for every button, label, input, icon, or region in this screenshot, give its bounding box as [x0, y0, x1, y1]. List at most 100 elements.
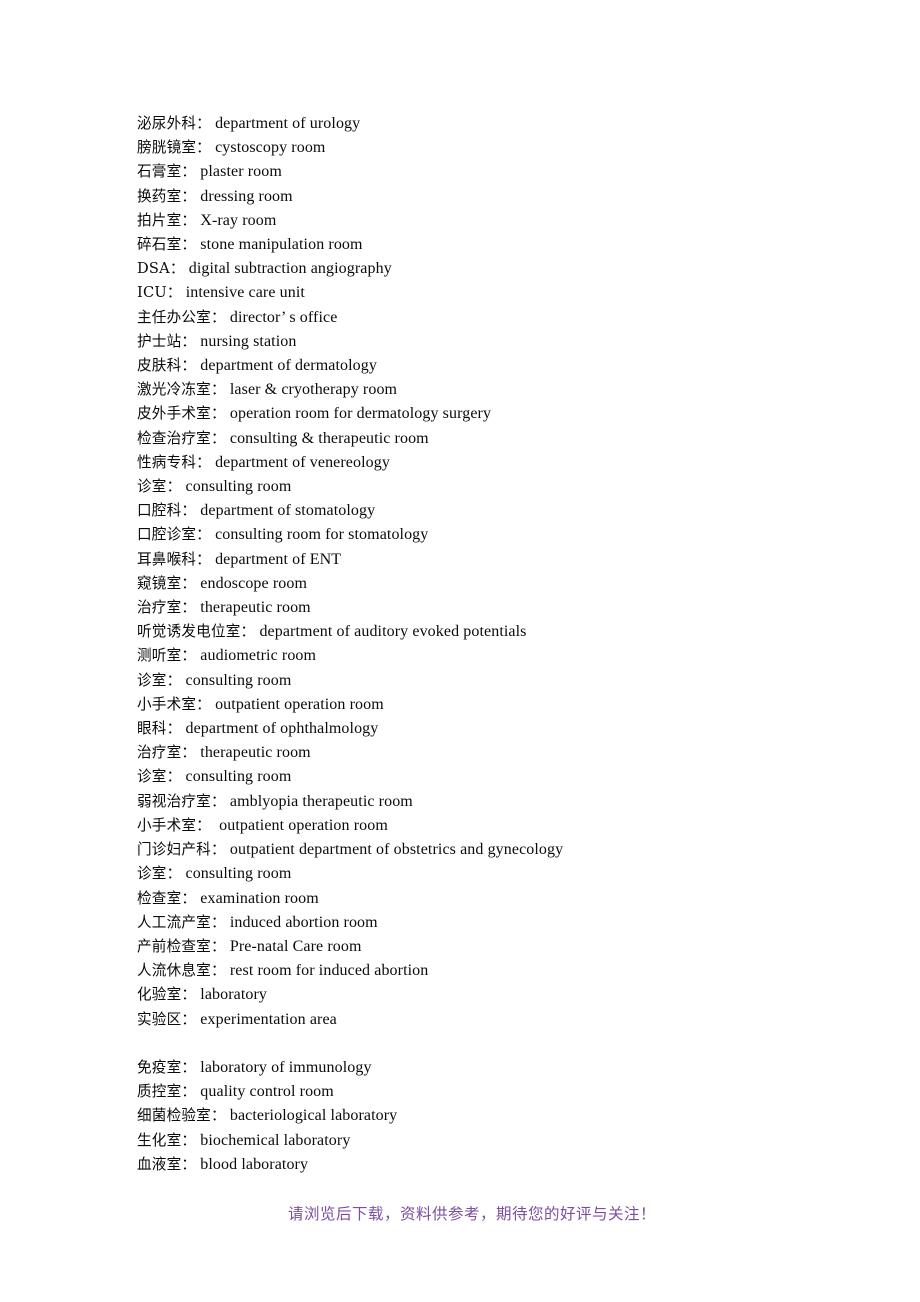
glossary-term-english: rest room for induced abortion	[225, 962, 429, 980]
glossary-term-english: audiometric room	[196, 647, 317, 665]
glossary-term-english: therapeutic room	[196, 599, 311, 617]
glossary-term-english: dressing room	[196, 187, 293, 205]
glossary-line: 口腔诊室： consulting room for stomatology	[137, 523, 837, 547]
glossary-line: 性病专科： department of venereology	[137, 451, 837, 475]
glossary-line: 听觉诱发电位室： department of auditory evoked p…	[137, 620, 837, 644]
glossary-line: 实验区： experimentation area	[137, 1008, 837, 1032]
glossary-term-english: department of auditory evoked potentials	[255, 623, 527, 641]
glossary-term-chinese: 测听室：	[137, 647, 197, 665]
glossary-term-chinese: 护士站：	[137, 332, 197, 350]
glossary-term-chinese: 窥镜室：	[137, 574, 197, 592]
glossary-term-chinese: 人工流产室：	[137, 913, 226, 931]
glossary-term-english: endoscope room	[196, 574, 307, 592]
glossary-term-english: consulting room	[181, 478, 292, 496]
glossary-term-chinese: 免疫室：	[137, 1058, 197, 1076]
footer-notice: 请浏览后下载，资料供参考，期待您的好评与关注！	[0, 1203, 920, 1225]
glossary-term-chinese: 口腔科：	[137, 502, 197, 520]
glossary-line: 石膏室： plaster room	[137, 160, 837, 184]
glossary-term-english: blood laboratory	[196, 1155, 309, 1173]
glossary-term-chinese: 治疗室：	[137, 599, 197, 617]
glossary-term-english: department of dermatology	[196, 357, 377, 375]
glossary-term-chinese: 质控室：	[137, 1083, 197, 1101]
glossary-term-english: amblyopia therapeutic room	[225, 792, 413, 810]
glossary-term-english: consulting room	[181, 865, 292, 883]
glossary-line: 检查治疗室： consulting & therapeutic room	[137, 427, 837, 451]
glossary-line: 眼科： department of ophthalmology	[137, 717, 837, 741]
glossary-term-english: department of ophthalmology	[181, 720, 379, 738]
glossary-term-english: outpatient operation room	[210, 816, 388, 834]
glossary-term-chinese: 血液室：	[137, 1155, 197, 1173]
glossary-term-english: bacteriological laboratory	[225, 1107, 398, 1125]
glossary-term-english: director’ s office	[225, 308, 338, 326]
footer-notice-text: 请浏览后下载，资料供参考，期待您的好评与关注！	[287, 1205, 656, 1223]
glossary-term-chinese: 治疗室：	[137, 744, 197, 762]
glossary-term-english: operation room for dermatology surgery	[225, 405, 492, 423]
glossary-term-chinese: 眼科：	[137, 720, 182, 738]
glossary-term-english: consulting room	[181, 768, 292, 786]
glossary-line: 治疗室： therapeutic room	[137, 596, 837, 620]
glossary-line: 激光冷冻室： laser & cryotherapy room	[137, 378, 837, 402]
glossary-line: 诊室： consulting room	[137, 765, 837, 789]
glossary-line: 生化室： biochemical laboratory	[137, 1129, 837, 1153]
glossary-blank-line	[137, 1032, 837, 1056]
glossary-line: 诊室： consulting room	[137, 475, 837, 499]
glossary-term-english: quality control room	[196, 1083, 334, 1101]
glossary-term-chinese: 换药室：	[137, 187, 197, 205]
glossary-line: 诊室： consulting room	[137, 862, 837, 886]
glossary-term-chinese: 碎石室：	[137, 236, 197, 254]
glossary-line: 拍片室： X-ray room	[137, 209, 837, 233]
glossary-line: 耳鼻喉科： department of ENT	[137, 548, 837, 572]
glossary-term-english: digital subtraction angiography	[184, 260, 392, 278]
glossary-term-english: Pre-natal Care room	[225, 937, 362, 955]
glossary-term-english: X-ray room	[196, 211, 277, 229]
glossary-term-chinese: 细菌检验室：	[137, 1107, 226, 1125]
glossary-line: ICU： intensive care unit	[137, 281, 837, 305]
glossary-term-english: laboratory of immunology	[196, 1058, 372, 1076]
glossary-term-chinese: 石膏室：	[137, 163, 197, 181]
glossary-term-chinese: 诊室：	[137, 478, 182, 496]
glossary-term-chinese: 泌尿外科：	[137, 115, 211, 132]
glossary-term-english: department of stomatology	[196, 502, 376, 520]
glossary-term-english: consulting & therapeutic room	[225, 429, 429, 447]
glossary-term-english: cystoscopy room	[210, 139, 326, 157]
glossary-line: 测听室： audiometric room	[137, 644, 837, 668]
glossary-line: 产前检查室： Pre-natal Care room	[137, 935, 837, 959]
glossary-term-english: biochemical laboratory	[196, 1131, 351, 1149]
glossary-term-chinese: ICU：	[137, 284, 182, 302]
glossary-term-chinese: 弱视治疗室：	[137, 792, 226, 810]
glossary-term-chinese: 皮肤科：	[137, 357, 197, 375]
glossary-line: 窥镜室： endoscope room	[137, 572, 837, 596]
glossary-line: DSA： digital subtraction angiography	[137, 257, 837, 281]
glossary-term-english: experimentation area	[196, 1010, 337, 1028]
glossary-line: 泌尿外科： department of urology	[137, 112, 837, 136]
glossary-term-chinese: 人流休息室：	[137, 962, 226, 980]
glossary-list: 泌尿外科： department of urology 膀胱镜室： cystosc…	[137, 112, 837, 1177]
glossary-term-english: plaster room	[196, 163, 282, 181]
glossary-term-chinese: 检查室：	[137, 889, 197, 907]
glossary-term-english: therapeutic room	[196, 744, 311, 762]
glossary-term-chinese: 诊室：	[137, 865, 182, 883]
glossary-term-english: department of ENT	[210, 550, 342, 568]
glossary-line: 小手术室： outpatient operation room	[137, 693, 837, 717]
glossary-term-english: nursing station	[196, 332, 297, 350]
glossary-term-english: department of venereology	[210, 453, 390, 471]
glossary-term-chinese: 激光冷冻室：	[137, 381, 226, 399]
glossary-term-chinese: DSA：	[137, 260, 185, 278]
glossary-term-chinese: 耳鼻喉科：	[137, 550, 211, 568]
glossary-term-english: intensive care unit	[181, 284, 305, 302]
glossary-term-chinese: 门诊妇产科：	[137, 841, 226, 859]
glossary-term-english: examination room	[196, 889, 319, 907]
glossary-term-chinese: 口腔诊室：	[137, 526, 211, 544]
glossary-term-chinese: 小手术室：	[137, 695, 211, 713]
glossary-term-chinese: 主任办公室：	[137, 308, 226, 326]
glossary-line: 主任办公室： director’ s office	[137, 306, 837, 330]
glossary-line: 诊室： consulting room	[137, 669, 837, 693]
glossary-line: 膀胱镜室： cystoscopy room	[137, 136, 837, 160]
glossary-term-chinese: 性病专科：	[137, 453, 211, 471]
glossary-term-english: department of urology	[210, 115, 361, 132]
glossary-term-english: laser & cryotherapy room	[225, 381, 398, 399]
glossary-term-chinese: 诊室：	[137, 671, 182, 689]
glossary-line: 质控室： quality control room	[137, 1080, 837, 1104]
glossary-line: 口腔科： department of stomatology	[137, 499, 837, 523]
glossary-line: 细菌检验室： bacteriological laboratory	[137, 1104, 837, 1128]
